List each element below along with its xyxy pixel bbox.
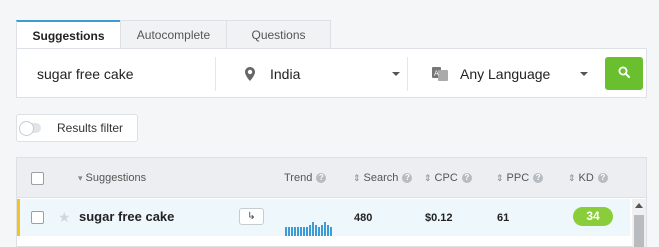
select-all-checkbox[interactable] <box>31 172 44 185</box>
trend-bar <box>300 227 302 236</box>
sort-icon: ▾ <box>78 172 83 183</box>
trend-bar <box>285 227 287 236</box>
trend-bar <box>324 222 326 236</box>
results-filter-toggle[interactable]: Results filter <box>16 114 138 142</box>
scrollbar[interactable] <box>632 199 646 247</box>
trend-bar <box>288 227 290 236</box>
header-suggestions[interactable]: ▾ Suggestions <box>78 172 146 184</box>
header-ppc[interactable]: ⇕ PPC ? <box>496 172 544 184</box>
location-value: India <box>270 66 301 82</box>
toggle-switch[interactable] <box>19 121 41 136</box>
header-ppc-label: PPC <box>506 172 530 184</box>
tab-suggestions[interactable]: Suggestions <box>16 20 121 50</box>
trend-bar <box>321 225 323 236</box>
keyword-input[interactable] <box>27 59 215 89</box>
tab-autocomplete[interactable]: Autocomplete <box>120 20 227 49</box>
row-checkbox[interactable] <box>31 211 44 224</box>
results-filter-label: Results filter <box>57 121 124 135</box>
trend-bar <box>318 227 320 236</box>
kd-badge: 34 <box>573 207 613 226</box>
sort-icon: ⇕ <box>568 172 576 183</box>
scroll-thumb[interactable] <box>634 215 644 247</box>
language-select[interactable]: A Any Language <box>420 59 596 89</box>
header-search-label: Search <box>363 172 399 184</box>
search-icon <box>618 65 630 83</box>
trend-bar <box>309 225 311 236</box>
row-cpc: $0.12 <box>425 212 453 224</box>
scroll-up-icon[interactable] <box>635 203 643 208</box>
header-kd-label: KD <box>578 172 594 184</box>
table-row[interactable]: ★ sugar free cake ↳ 480 $0.12 61 34 <box>17 199 630 236</box>
trend-bar <box>315 225 317 236</box>
help-icon[interactable]: ? <box>461 173 472 183</box>
trend-chart <box>285 220 335 236</box>
header-trend: Trend ? <box>284 172 327 184</box>
tab-bar: Suggestions Autocomplete Questions <box>16 20 331 50</box>
trend-bar <box>312 222 314 236</box>
header-search[interactable]: ⇕ Search ? <box>353 172 413 184</box>
header-cpc-label: CPC <box>434 172 458 184</box>
help-icon[interactable]: ? <box>597 173 608 183</box>
sort-icon: ⇕ <box>496 172 504 183</box>
translate-icon: A <box>432 66 448 82</box>
chevron-down-icon <box>392 72 400 76</box>
help-icon[interactable]: ? <box>316 173 327 183</box>
trend-bar <box>303 227 305 236</box>
trend-bar <box>291 227 293 236</box>
header-kd[interactable]: ⇕ KD ? <box>568 172 608 184</box>
language-value: Any Language <box>460 66 551 82</box>
chevron-down-icon <box>580 72 588 76</box>
trend-bar <box>330 227 332 236</box>
row-ppc: 61 <box>497 212 510 224</box>
trend-bar <box>327 225 329 236</box>
search-button[interactable] <box>605 57 643 90</box>
table-header: ▾ Suggestions Trend ? ⇕ Search ? ⇕ CPC ?… <box>17 158 646 198</box>
sort-icon: ⇕ <box>424 172 432 183</box>
trend-bar <box>297 227 299 236</box>
location-select[interactable]: India <box>230 59 408 89</box>
results-table: ▾ Suggestions Trend ? ⇕ Search ? ⇕ CPC ?… <box>16 157 647 247</box>
divider <box>407 57 408 91</box>
trend-bar <box>306 227 308 236</box>
star-icon[interactable]: ★ <box>58 209 71 226</box>
row-search-volume: 480 <box>354 212 373 224</box>
arrow-return-icon[interactable]: ↳ <box>239 208 264 225</box>
header-suggestions-label: Suggestions <box>85 172 147 184</box>
row-keyword[interactable]: sugar free cake <box>79 209 174 224</box>
help-icon[interactable]: ? <box>402 173 413 183</box>
map-pin-icon <box>242 66 258 82</box>
search-panel: India A Any Language <box>16 48 647 98</box>
sort-icon: ⇕ <box>353 172 361 183</box>
tab-questions[interactable]: Questions <box>226 20 331 49</box>
header-cpc[interactable]: ⇕ CPC ? <box>424 172 472 184</box>
svg-text:A: A <box>434 70 439 78</box>
trend-bar <box>294 227 296 236</box>
divider <box>215 57 216 91</box>
help-icon[interactable]: ? <box>533 173 544 183</box>
header-trend-label: Trend <box>284 172 313 184</box>
